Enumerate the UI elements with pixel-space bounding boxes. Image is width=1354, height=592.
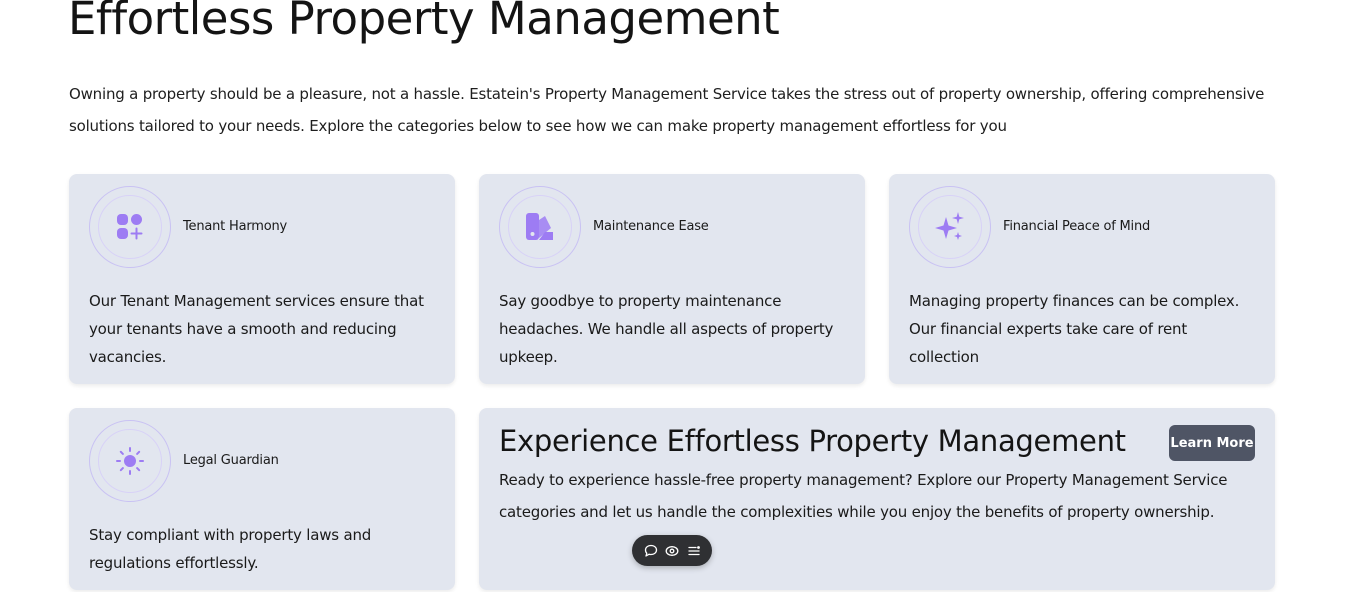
card-title: Maintenance Ease — [593, 219, 709, 234]
floating-toolbar — [632, 535, 712, 566]
card-maintenance-ease: Maintenance Ease Say goodbye to property… — [479, 174, 865, 384]
icon-ring — [89, 420, 171, 502]
palette-icon — [526, 213, 553, 240]
preview-button[interactable] — [663, 542, 681, 560]
icon-ring — [499, 186, 581, 268]
card-tenant-harmony: Tenant Harmony Our Tenant Management ser… — [69, 174, 455, 384]
card-description: Managing property finances can be comple… — [909, 292, 1240, 366]
comment-icon — [644, 544, 657, 557]
icon-ring — [89, 186, 171, 268]
card-title: Legal Guardian — [183, 453, 279, 468]
card-description: Stay compliant with property laws and re… — [89, 526, 372, 572]
sparkles-icon — [935, 212, 964, 240]
card-description: Our Tenant Management services ensure th… — [89, 292, 424, 366]
cta-description: Ready to experience hassle-free property… — [499, 471, 1228, 521]
page-title: Effortless Property Management — [68, 0, 780, 45]
cta-card: Experience Effortless Property Managemen… — [479, 408, 1275, 590]
apps-add-icon — [117, 214, 143, 240]
icon-ring — [909, 186, 991, 268]
cta-title: Experience Effortless Property Managemen… — [499, 424, 1126, 458]
sun-icon — [116, 447, 144, 475]
intro-text: Owning a property should be a pleasure, … — [69, 85, 1265, 135]
card-description: Say goodbye to property maintenance head… — [499, 292, 834, 366]
card-legal-guardian: Legal Guardian Stay compliant with prope… — [69, 408, 455, 590]
menu-icon — [687, 545, 700, 555]
card-title: Tenant Harmony — [183, 219, 288, 234]
eye-icon — [665, 545, 679, 556]
card-financial-peace: Financial Peace of Mind Managing propert… — [889, 174, 1275, 384]
comment-button[interactable] — [642, 542, 660, 560]
menu-button[interactable] — [685, 542, 703, 560]
learn-more-button[interactable]: Learn More — [1169, 425, 1255, 461]
card-title: Financial Peace of Mind — [1003, 219, 1151, 234]
